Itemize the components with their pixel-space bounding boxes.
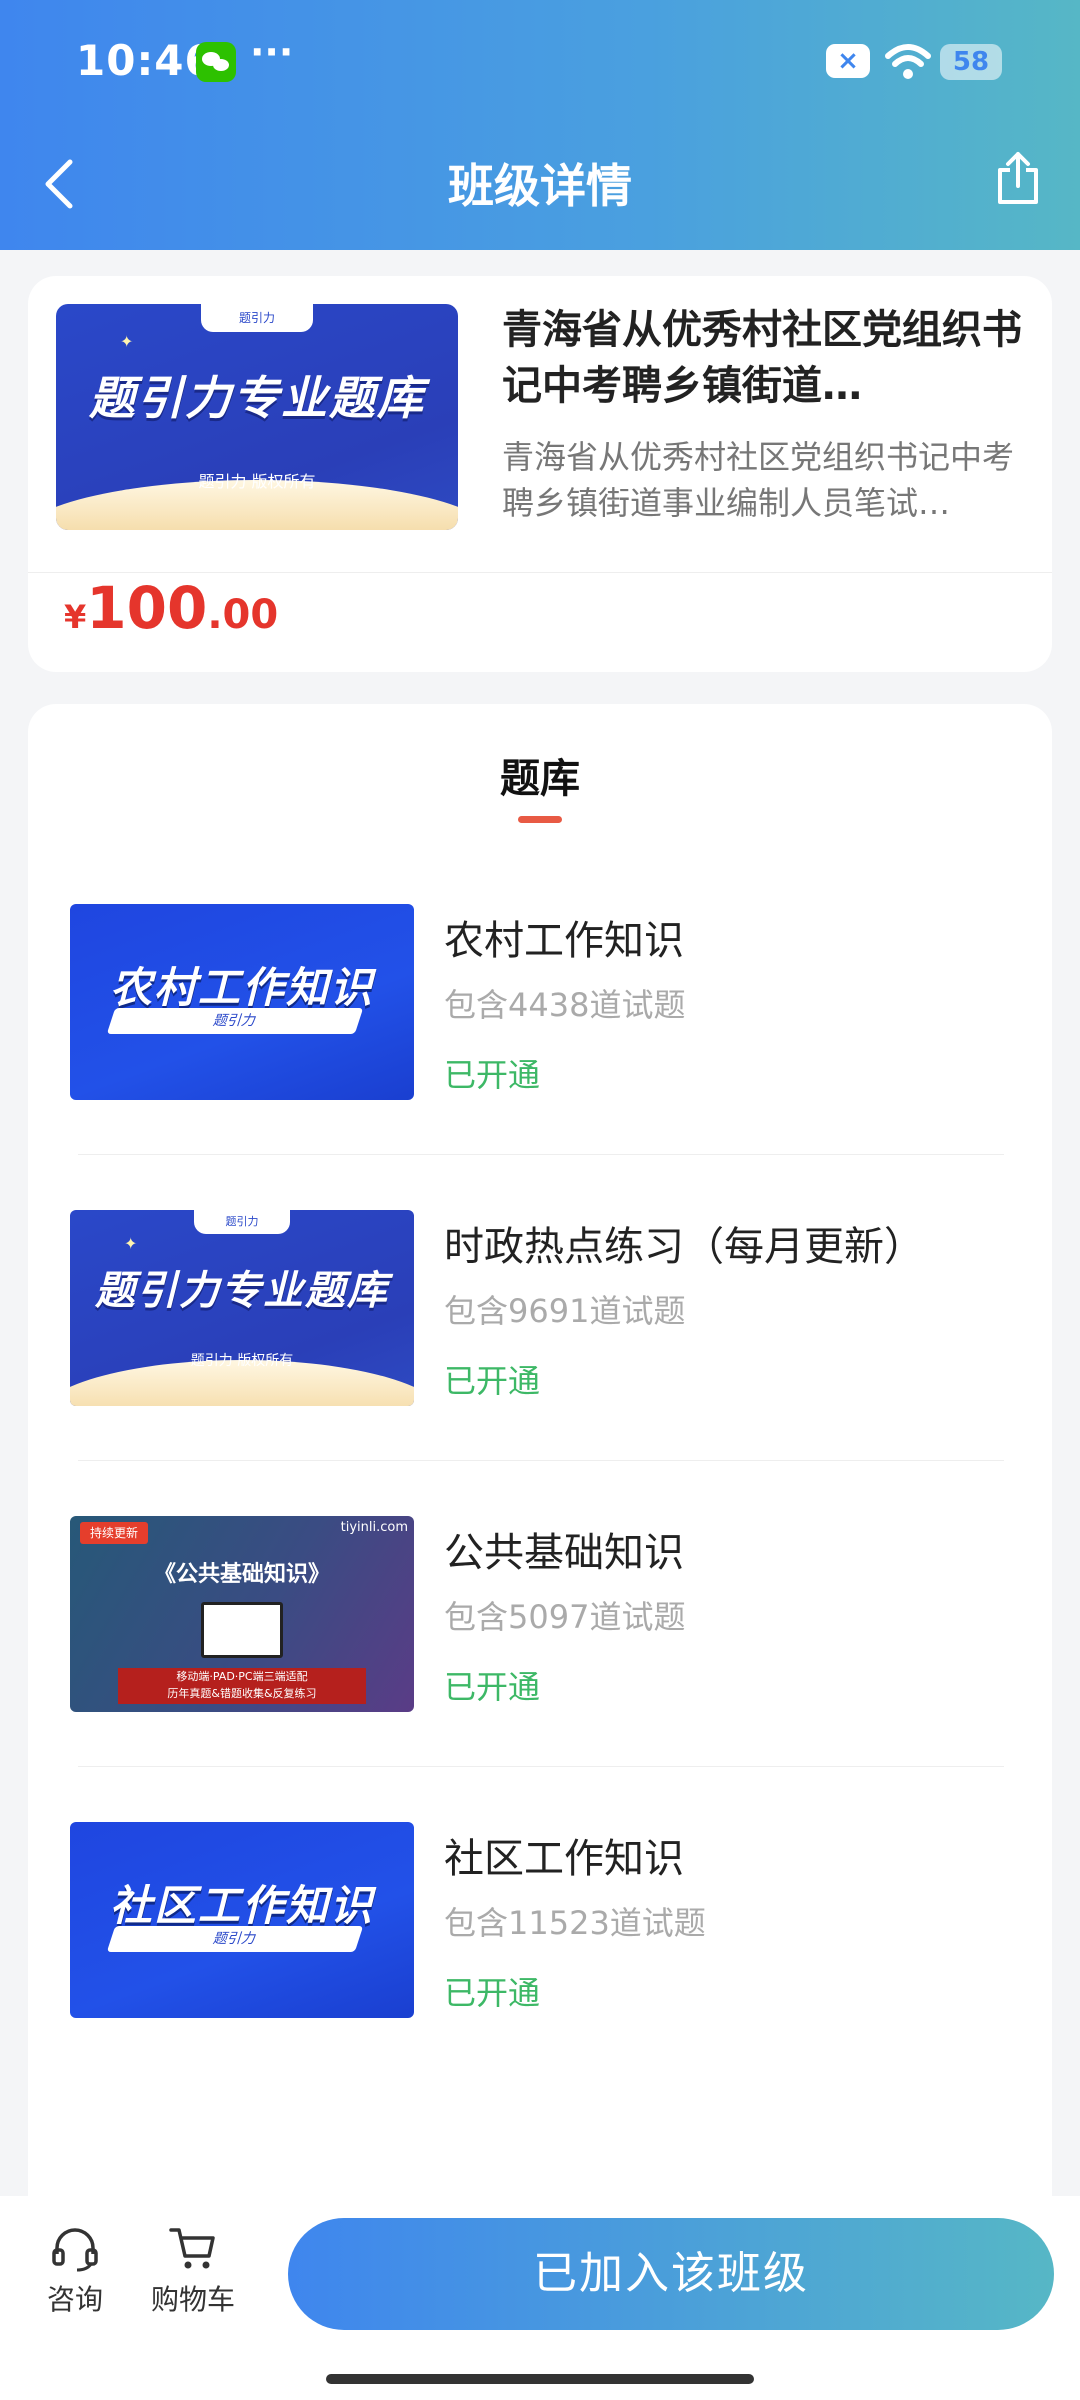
cover-sub: 题引力 xyxy=(211,1013,259,1029)
cart-button[interactable]: 购物车 xyxy=(138,2224,248,2318)
bank-count: 包含11523道试题 xyxy=(444,1904,706,1942)
cover-sub: 题引力 版权所有 xyxy=(198,472,316,491)
headset-icon xyxy=(52,2228,98,2272)
consult-label: 咨询 xyxy=(46,2283,103,2316)
star-icon: ✦ xyxy=(124,1234,138,1253)
list-item[interactable]: 社区工作知识 题引力 社区工作知识 包含11523道试题 已开通 xyxy=(28,1822,1052,2128)
divider xyxy=(78,1460,1004,1461)
battery-level: 58 xyxy=(952,47,990,77)
price-currency: ¥ xyxy=(64,598,87,636)
device-icon xyxy=(200,1602,284,1658)
course-desc: 青海省从优秀村社区党组织书记中考聘乡镇街道事业编制人员笔试… xyxy=(502,438,1015,522)
cover-tab: 题引力 xyxy=(193,1210,291,1234)
list-item[interactable]: 持续更新 tiyinli.com 《公共基础知识》 移动端·PAD·PC端三端适… xyxy=(28,1516,1052,1822)
bank-cover: 题引力 ✦ 题引力专业题库 题引力 版权所有 xyxy=(70,1210,414,1406)
question-bank-card: 题库 农村工作知识 题引力 农村工作知识 包含4438道试题 已开通 题引力 ✦… xyxy=(28,704,1052,2244)
price-integer: 100 xyxy=(86,574,208,642)
bank-count: 包含9691道试题 xyxy=(444,1292,686,1330)
header: 10:46 ··· × 58 班级详情 xyxy=(0,0,1080,250)
cover-title: 《公共基础知识》 xyxy=(153,1562,330,1587)
cover-logo: tiyinli.com xyxy=(340,1520,408,1535)
bank-status: 已开通 xyxy=(444,1056,541,1094)
price: ¥100.00 xyxy=(64,574,278,642)
page-title: 班级详情 xyxy=(448,159,632,213)
bottom-bar: 咨询 购物车 已加入该班级 xyxy=(0,2196,1080,2400)
cover-tab: 题引力 xyxy=(200,304,314,332)
list-item[interactable]: 题引力 ✦ 题引力专业题库 题引力 版权所有 时政热点练习（每月更新） 包含96… xyxy=(28,1210,1052,1516)
divider xyxy=(28,572,1052,573)
bank-count: 包含5097道试题 xyxy=(444,1598,686,1636)
cart-icon xyxy=(169,2228,215,2269)
bank-name: 时政热点练习（每月更新） xyxy=(444,1224,924,1270)
cover-title: 题引力专业题库 xyxy=(89,371,425,425)
status-time: 10:46 xyxy=(76,36,215,85)
divider xyxy=(78,1154,1004,1155)
bank-name: 农村工作知识 xyxy=(444,918,684,964)
cover-tag: 持续更新 xyxy=(80,1522,149,1544)
course-title: 青海省从优秀村社区党组织书记中考聘乡镇街道… xyxy=(502,307,1022,409)
status-bar: 10:46 ··· × 58 xyxy=(0,0,1080,120)
bank-status: 已开通 xyxy=(444,1974,541,2012)
bank-cover: 农村工作知识 题引力 xyxy=(70,904,414,1100)
cart-label: 购物车 xyxy=(150,2283,235,2316)
list-item[interactable]: 农村工作知识 题引力 农村工作知识 包含4438道试题 已开通 xyxy=(28,904,1052,1210)
cover-ribbon: 题引力 xyxy=(107,1008,364,1034)
joined-class-button[interactable]: 已加入该班级 xyxy=(288,2218,1054,2330)
bank-cover: 持续更新 tiyinli.com 《公共基础知识》 移动端·PAD·PC端三端适… xyxy=(70,1516,414,1712)
cover-title: 题引力专业题库 xyxy=(95,1268,389,1314)
course-card[interactable]: 题引力 ✦ 题引力专业题库 题引力 版权所有 青海省从优秀村社区党组织书记中考聘… xyxy=(28,276,1052,672)
battery-icon: 58 xyxy=(940,44,1002,80)
consult-button[interactable]: 咨询 xyxy=(20,2224,130,2318)
course-cover: 题引力 ✦ 题引力专业题库 题引力 版权所有 xyxy=(56,304,458,530)
wechat-icon xyxy=(196,42,236,82)
share-icon[interactable] xyxy=(992,150,1044,206)
x-badge-icon: × xyxy=(826,44,870,78)
cover-ribbon: 题引力 xyxy=(107,1926,364,1952)
bank-name: 社区工作知识 xyxy=(444,1836,684,1882)
price-decimal: .00 xyxy=(207,592,279,638)
bank-status: 已开通 xyxy=(444,1668,541,1706)
bank-name: 公共基础知识 xyxy=(444,1530,684,1576)
star-icon: ✦ xyxy=(120,332,134,351)
home-indicator[interactable] xyxy=(326,2374,754,2384)
cover-sub: 题引力 xyxy=(211,1931,259,1947)
cover-title: 农村工作知识 xyxy=(109,963,374,1012)
more-dots: ··· xyxy=(250,30,294,74)
bank-cover: 社区工作知识 题引力 xyxy=(70,1822,414,2018)
cover-banner: 移动端·PAD·PC端三端适配 历年真题&错题收集&反复练习 xyxy=(118,1668,366,1704)
section-underline xyxy=(518,816,562,823)
cover-sub: 题引力 版权所有 xyxy=(190,1353,294,1369)
divider xyxy=(78,1766,1004,1767)
bank-status: 已开通 xyxy=(444,1362,541,1400)
cover-title: 社区工作知识 xyxy=(109,1881,374,1930)
section-title: 题库 xyxy=(500,756,580,802)
wifi-icon xyxy=(885,44,931,79)
bank-count: 包含4438道试题 xyxy=(444,986,686,1024)
